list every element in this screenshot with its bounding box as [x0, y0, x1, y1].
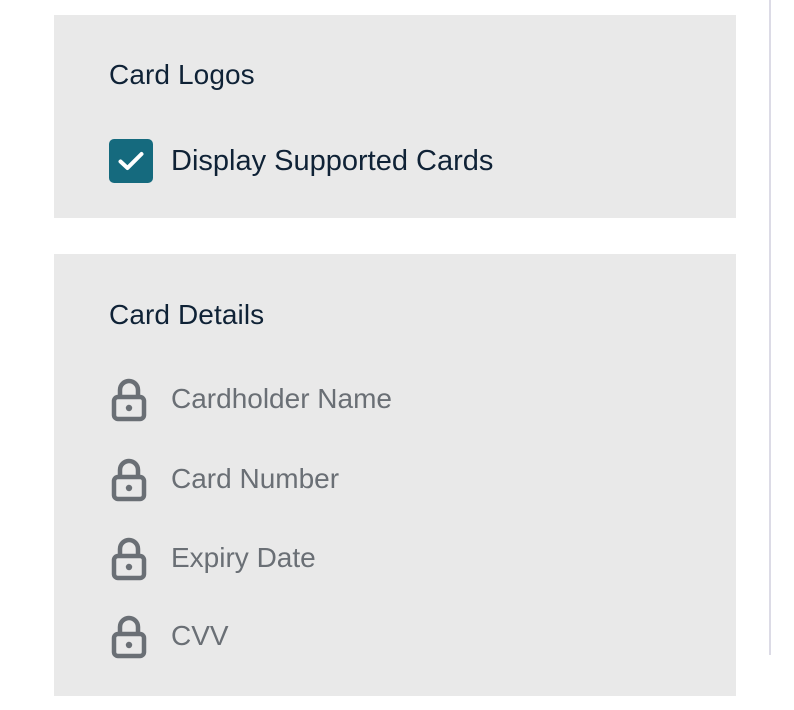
display-supported-cards-label[interactable]: Display Supported Cards — [171, 145, 493, 178]
card-logos-title: Card Logos — [109, 59, 255, 90]
card-number-label: Card Number — [171, 463, 340, 494]
expiry-date-field: Expiry Date — [109, 535, 316, 581]
card-details-panel: Card Details Cardholder Name Card Number — [54, 254, 736, 696]
vertical-divider — [769, 0, 771, 655]
lock-icon — [109, 613, 149, 659]
card-number-field: Card Number — [109, 456, 339, 502]
card-details-title: Card Details — [109, 299, 265, 330]
card-logos-panel: Card Logos Display Supported Cards — [54, 15, 736, 218]
lock-icon — [109, 376, 149, 422]
lock-icon — [109, 535, 149, 581]
display-supported-cards-checkbox[interactable]: Display Supported Cards — [109, 139, 493, 183]
cvv-label: CVV — [171, 620, 229, 651]
cardholder-name-field: Cardholder Name — [109, 376, 392, 422]
lock-icon — [109, 456, 149, 502]
expiry-date-label: Expiry Date — [171, 542, 316, 573]
cardholder-name-label: Cardholder Name — [171, 383, 392, 414]
cvv-field: CVV — [109, 613, 229, 659]
checkbox-checked-icon[interactable] — [109, 139, 153, 183]
payment-settings-stage: Card Logos Display Supported Cards Card … — [0, 0, 794, 710]
